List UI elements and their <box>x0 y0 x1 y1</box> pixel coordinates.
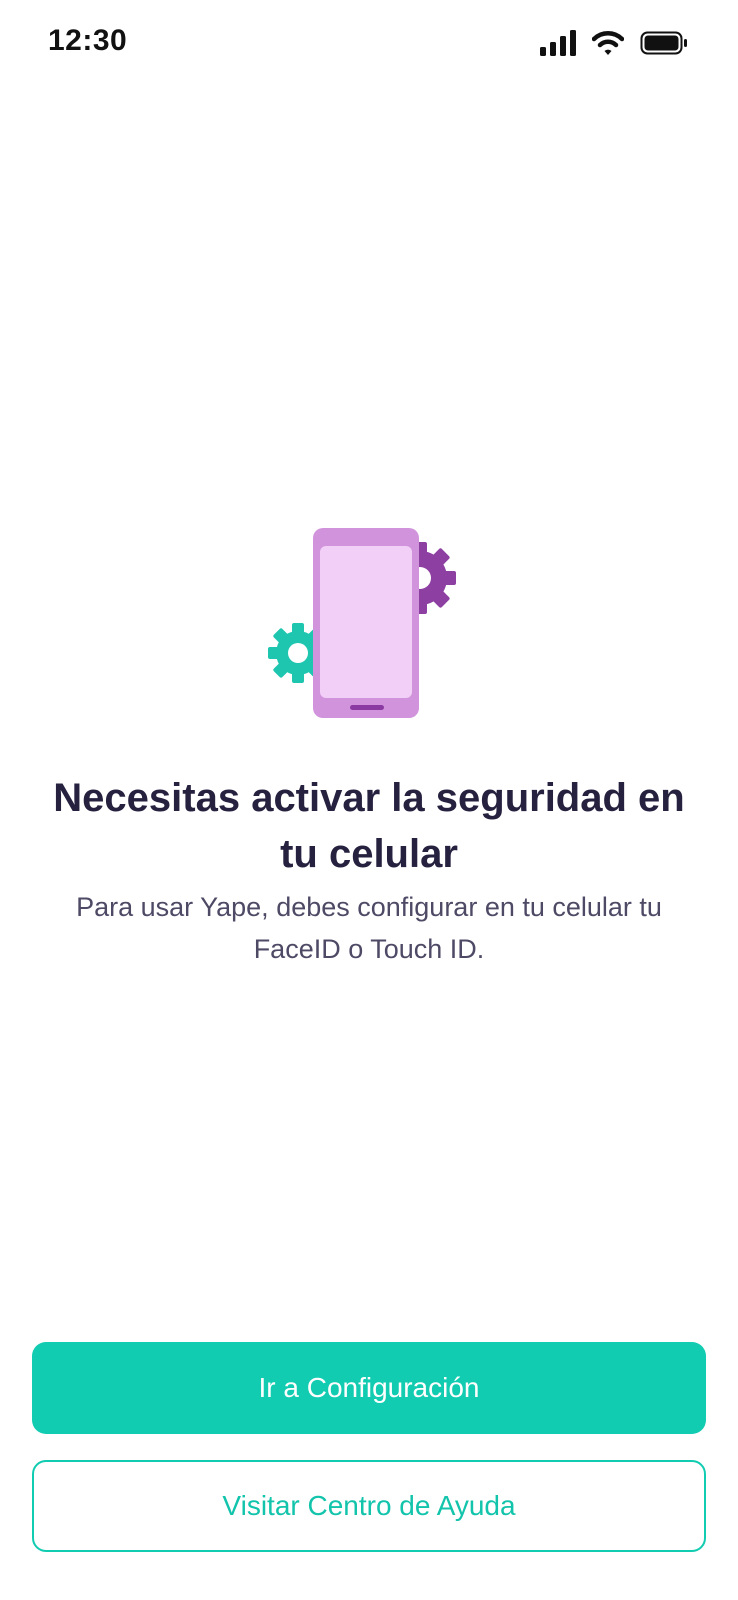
status-bar: 12:30 <box>0 0 738 90</box>
cellular-signal-icon <box>540 30 576 56</box>
page-subtitle: Para usar Yape, debes configurar en tu c… <box>76 892 662 964</box>
page-title: Necesitas activar la seguridad en tu cel… <box>53 776 685 876</box>
phone-settings-illustration <box>268 528 468 723</box>
battery-icon <box>640 31 687 55</box>
status-time: 12:30 <box>48 24 128 57</box>
go-to-settings-button[interactable]: Ir a Configuración <box>32 1342 706 1434</box>
help-center-button[interactable]: Visitar Centro de Ayuda <box>32 1460 706 1552</box>
status-icons <box>540 28 688 58</box>
wifi-icon <box>592 31 624 55</box>
smartphone-icon <box>313 528 419 718</box>
